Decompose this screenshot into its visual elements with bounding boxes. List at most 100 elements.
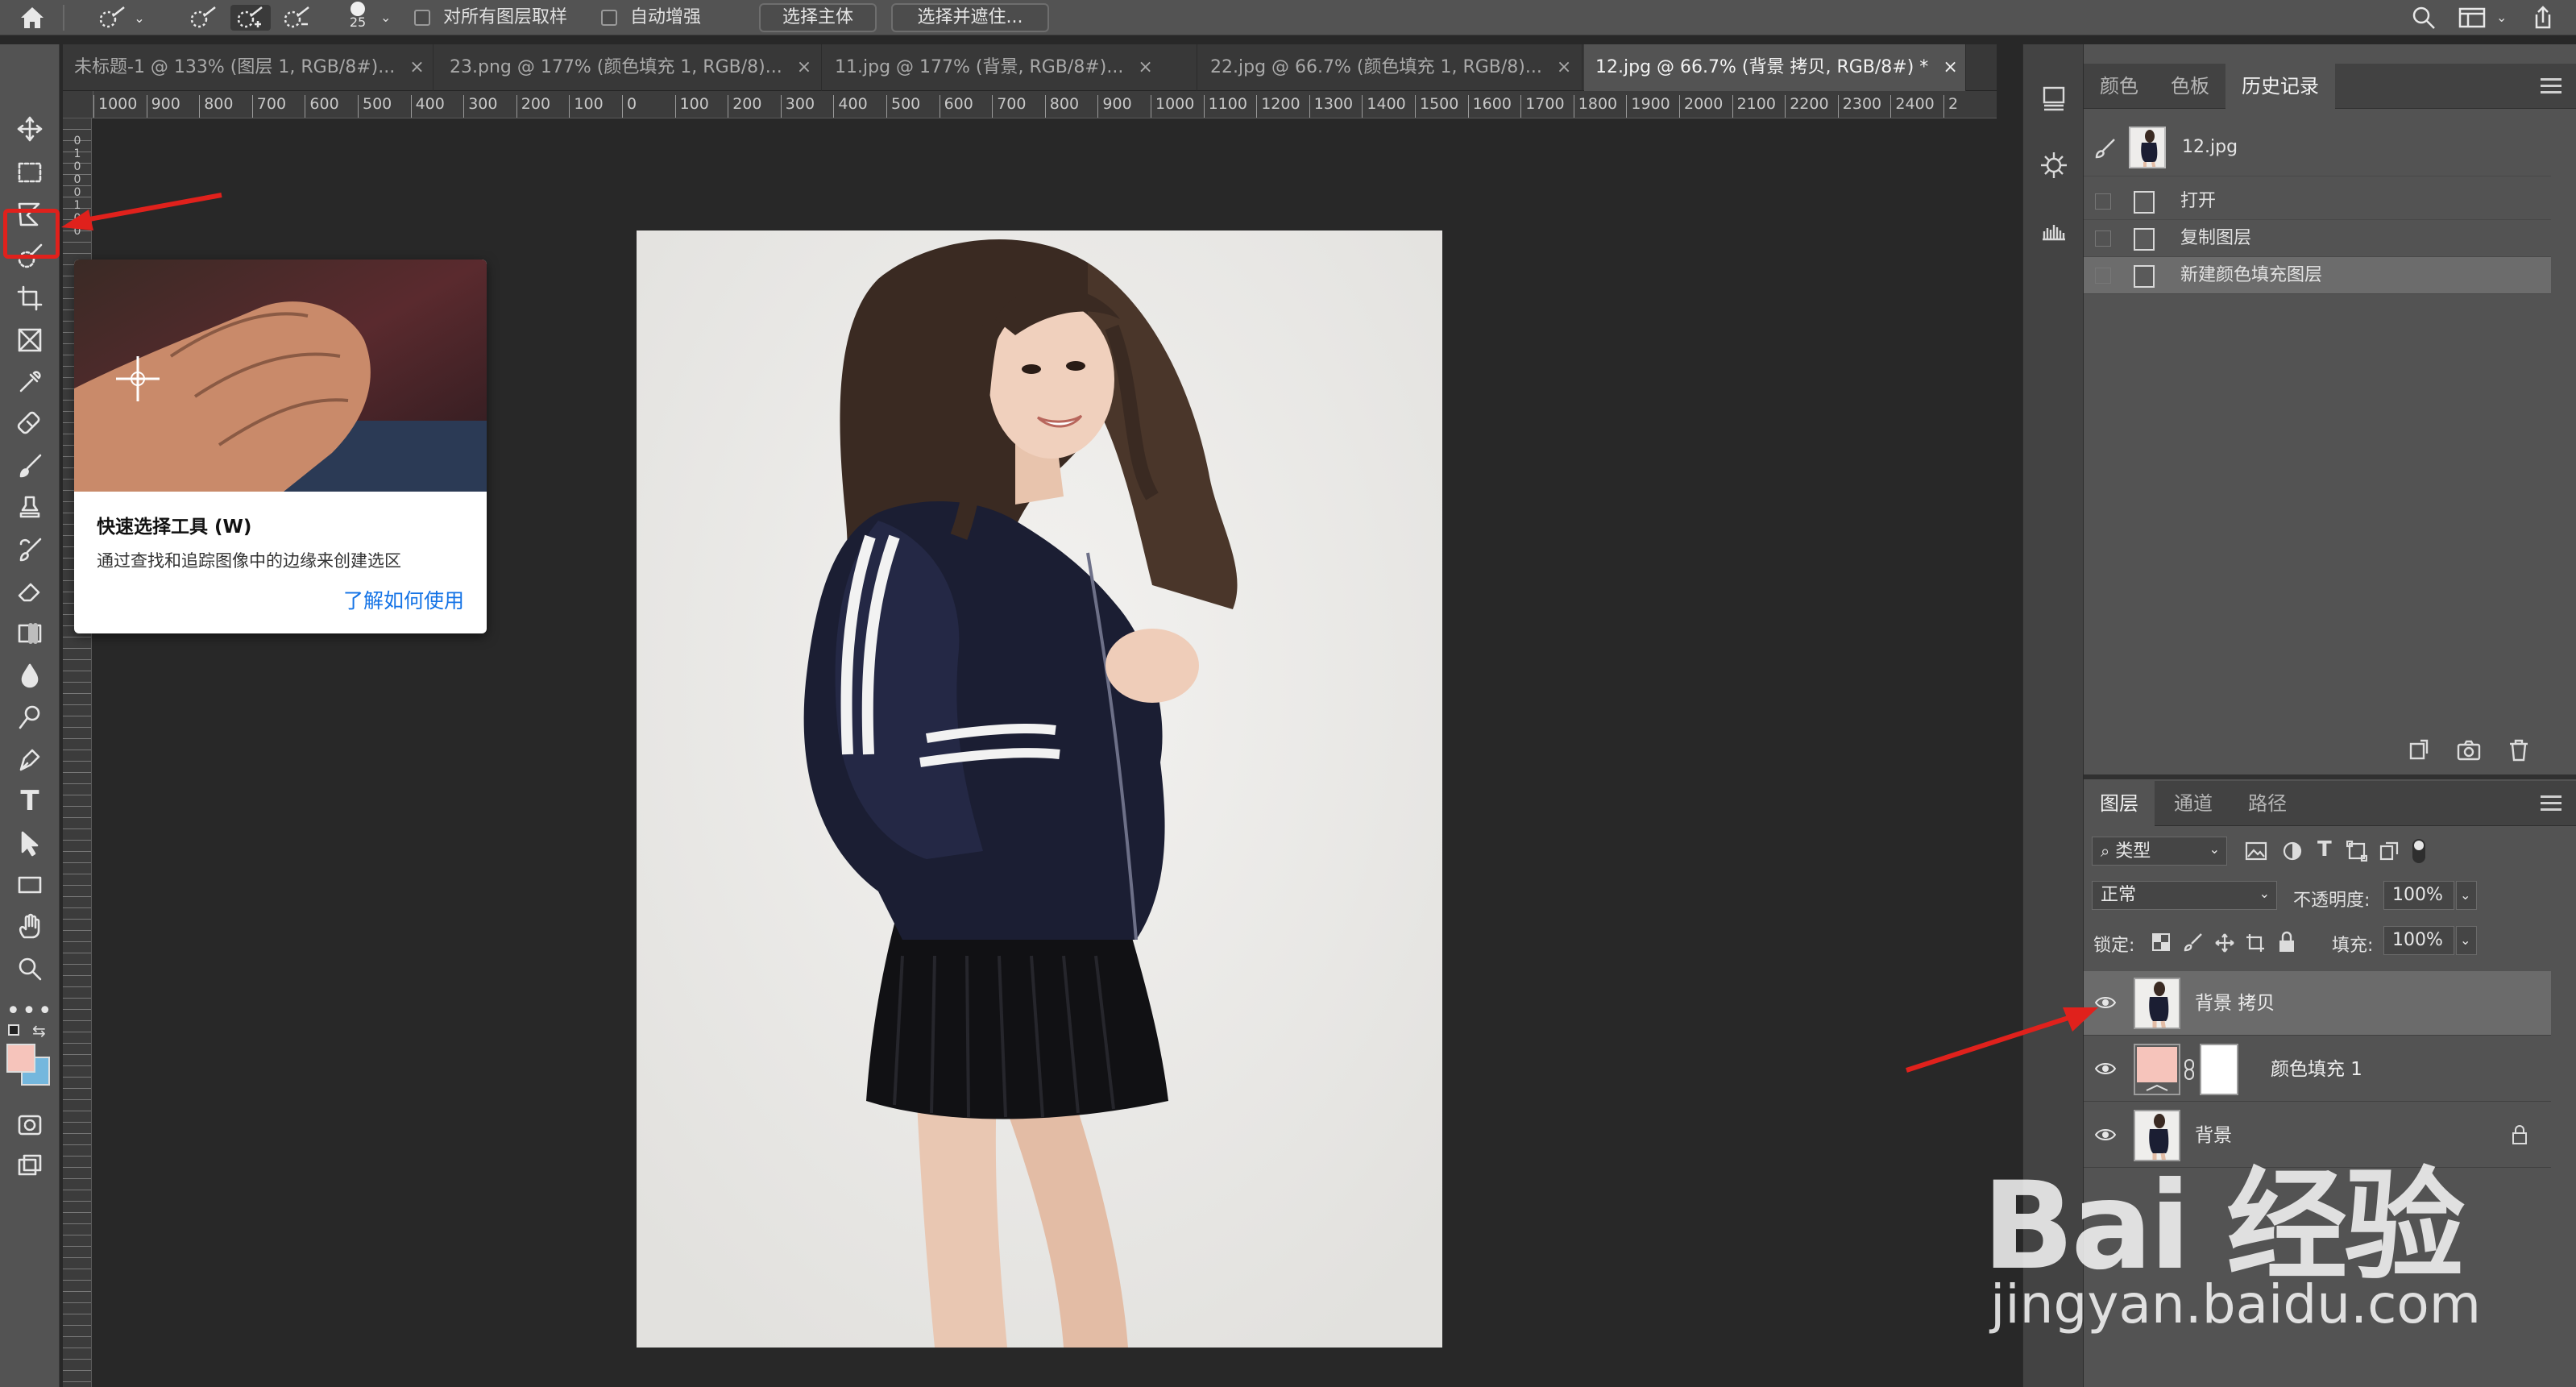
- add-to-selection-button[interactable]: [230, 5, 271, 31]
- layer-filter-select[interactable]: ⌕ 类型 ⌄: [2092, 837, 2227, 866]
- tab-document-3[interactable]: 11.jpg @ 177% (背景, RGB/8#)... ×: [823, 44, 1197, 91]
- swap-colors-icon[interactable]: ⇆: [32, 1021, 46, 1040]
- ruler-origin[interactable]: [63, 91, 93, 118]
- tab-document-4[interactable]: 22.jpg @ 66.7% (颜色填充 1, RGB/8)... ×: [1199, 44, 1583, 91]
- blur-tool[interactable]: [0, 655, 60, 696]
- hand-tool[interactable]: [0, 907, 60, 947]
- tab-layers[interactable]: 图层: [2084, 781, 2155, 826]
- screen-mode-icon[interactable]: [0, 1145, 60, 1186]
- opacity-input[interactable]: 100%: [2383, 881, 2454, 910]
- default-colors-icon[interactable]: [8, 1024, 19, 1036]
- filter-toggle-icon[interactable]: [2412, 839, 2425, 863]
- tab-color[interactable]: 颜色: [2084, 64, 2155, 109]
- history-brush-source-icon[interactable]: [2093, 136, 2118, 164]
- select-subject-button[interactable]: 选择主体: [759, 3, 877, 32]
- tab-swatches[interactable]: 色板: [2155, 64, 2225, 109]
- sample-all-layers-checkbox[interactable]: [414, 10, 430, 26]
- filter-adjustment-icon[interactable]: [2282, 841, 2303, 865]
- opacity-slider-toggle[interactable]: ⌄: [2456, 881, 2477, 910]
- fill-slider-toggle[interactable]: ⌄: [2456, 926, 2477, 955]
- crop-tool[interactable]: [0, 278, 60, 318]
- filter-pixel-icon[interactable]: [2245, 841, 2267, 865]
- close-icon[interactable]: ×: [1138, 44, 1152, 91]
- history-source-box[interactable]: [2095, 193, 2111, 210]
- close-icon[interactable]: ×: [409, 44, 424, 91]
- lock-position-icon[interactable]: [2214, 932, 2235, 957]
- lock-transparent-pixels-icon[interactable]: [2151, 932, 2171, 955]
- tab-document-5-active[interactable]: 12.jpg @ 66.7% (背景 拷贝, RGB/8#) * ×: [1584, 44, 1966, 91]
- fill-layer-thumbnail[interactable]: [2134, 1044, 2180, 1095]
- history-brush-tool[interactable]: [0, 529, 60, 570]
- trash-icon[interactable]: [2506, 737, 2532, 766]
- history-source-box[interactable]: [2095, 268, 2111, 284]
- layer-mask-thumbnail[interactable]: [2200, 1044, 2238, 1095]
- tool-preset-picker[interactable]: ⌄: [89, 5, 153, 31]
- layer-row-selected[interactable]: 背景 拷贝: [2084, 971, 2551, 1036]
- histogram-icon[interactable]: [2035, 210, 2073, 249]
- subtract-from-selection-button[interactable]: [279, 5, 316, 31]
- move-tool[interactable]: [0, 109, 60, 149]
- blend-mode-select[interactable]: 正常 ⌄: [2092, 881, 2277, 910]
- close-icon[interactable]: ×: [1943, 44, 1957, 91]
- frame-tool[interactable]: [0, 320, 60, 360]
- panel-menu-icon[interactable]: [2541, 794, 2561, 812]
- history-item-selected[interactable]: 新建颜色填充图层: [2084, 257, 2551, 294]
- new-selection-button[interactable]: [185, 5, 222, 31]
- ruler-tick-label: 200: [516, 95, 550, 118]
- history-item[interactable]: 复制图层: [2084, 220, 2551, 257]
- zoom-tool[interactable]: [0, 949, 60, 989]
- close-icon[interactable]: ×: [1557, 44, 1571, 91]
- history-item[interactable]: 打开: [2084, 183, 2551, 220]
- new-document-from-state-icon[interactable]: [2406, 737, 2432, 766]
- select-and-mask-button[interactable]: 选择并遮住...: [891, 3, 1049, 32]
- foreground-color-swatch[interactable]: [6, 1044, 35, 1073]
- camera-icon[interactable]: [2456, 737, 2482, 766]
- workspace-switcher-icon[interactable]: [2454, 5, 2490, 31]
- share-icon[interactable]: [2525, 5, 2561, 31]
- marquee-tool[interactable]: [0, 152, 60, 193]
- mask-link-icon[interactable]: [2184, 1058, 2195, 1084]
- tab-channels[interactable]: 通道: [2158, 781, 2229, 826]
- panel-menu-icon[interactable]: [2541, 77, 2561, 94]
- panel-divider[interactable]: [2084, 774, 2576, 779]
- chevron-down-icon[interactable]: ⌄: [2496, 0, 2507, 35]
- filter-shape-icon[interactable]: [2346, 840, 2368, 865]
- brush-tool[interactable]: [0, 446, 60, 486]
- tab-document-2[interactable]: 23.png @ 177% (颜色填充 1, RGB/8)... ×: [438, 44, 822, 91]
- quick-mask-icon[interactable]: [0, 1105, 60, 1145]
- dodge-tool[interactable]: [0, 697, 60, 737]
- home-icon[interactable]: [15, 5, 50, 31]
- eyedropper-tool[interactable]: [0, 362, 60, 402]
- history-snapshot[interactable]: 12.jpg: [2084, 118, 2551, 176]
- horizontal-ruler[interactable]: 1000 900 800 700 600 500 400 300 200 100 0 100 200 30…: [93, 91, 1997, 118]
- document-image[interactable]: [637, 230, 1442, 1348]
- healing-brush-tool[interactable]: [0, 404, 60, 444]
- type-tool[interactable]: T: [0, 781, 60, 821]
- adjustments-icon[interactable]: [2035, 146, 2073, 185]
- gradient-tool[interactable]: [0, 613, 60, 654]
- layer-row[interactable]: 颜色填充 1: [2084, 1037, 2551, 1102]
- search-icon[interactable]: [2408, 5, 2440, 31]
- ruler-tick-label: 300: [463, 95, 497, 118]
- pen-tool[interactable]: [0, 739, 60, 779]
- path-selection-tool[interactable]: [0, 823, 60, 863]
- fill-input[interactable]: 100%: [2383, 926, 2454, 955]
- chevron-down-icon[interactable]: ⌄: [380, 0, 391, 35]
- lock-artboard-icon[interactable]: [2245, 932, 2266, 957]
- learn-how-link[interactable]: 了解如何使用: [343, 585, 464, 614]
- tab-history[interactable]: 历史记录: [2225, 64, 2335, 109]
- close-icon[interactable]: ×: [797, 44, 811, 91]
- rectangle-tool[interactable]: [0, 865, 60, 905]
- libraries-icon[interactable]: [2035, 80, 2073, 118]
- history-source-box[interactable]: [2095, 230, 2111, 247]
- filter-smart-object-icon[interactable]: [2379, 841, 2400, 865]
- clone-stamp-tool[interactable]: [0, 488, 60, 528]
- lock-all-icon[interactable]: [2277, 931, 2296, 957]
- brush-size-picker[interactable]: 25: [338, 2, 377, 31]
- lock-image-pixels-icon[interactable]: [2184, 932, 2203, 955]
- filter-type-icon[interactable]: T: [2317, 837, 2332, 862]
- tab-document-1[interactable]: 未标题-1 @ 133% (图层 1, RGB/8#)... ×: [63, 44, 433, 91]
- tab-paths[interactable]: 路径: [2232, 781, 2303, 826]
- eraser-tool[interactable]: [0, 571, 60, 612]
- auto-enhance-checkbox[interactable]: [601, 10, 617, 26]
